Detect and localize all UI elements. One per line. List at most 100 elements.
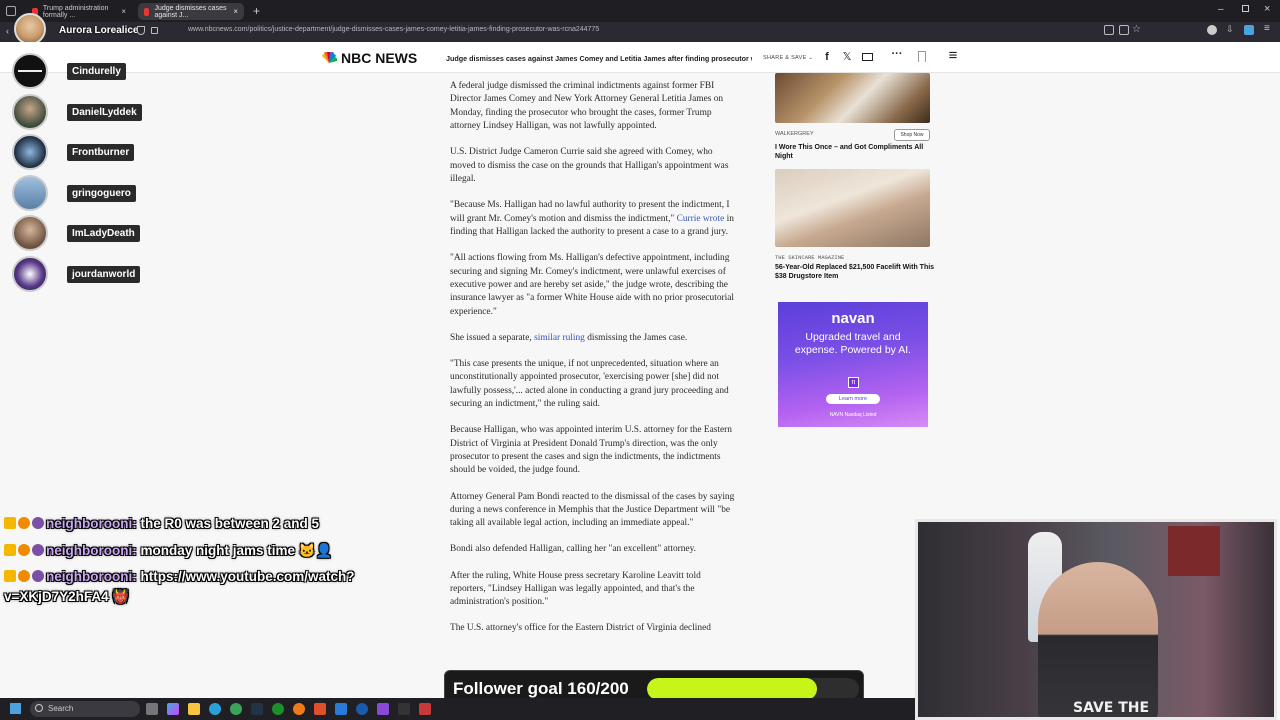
app-icon[interactable] (419, 703, 431, 715)
bookmark-icon[interactable] (918, 51, 926, 62)
shield-icon[interactable] (137, 26, 145, 35)
maximize-icon[interactable] (1242, 5, 1249, 12)
viewer-name: DanielLyddek (67, 104, 142, 121)
user-badge-icon (32, 517, 44, 529)
close-window-icon[interactable]: × (1264, 3, 1270, 15)
goal-progress-track (647, 678, 859, 700)
poster (1168, 526, 1220, 576)
url-field[interactable]: www.nbcnews.com/politics/justice-departm… (188, 26, 599, 33)
reader-view-icon[interactable] (1119, 25, 1129, 35)
chat-username: neighborooni: (46, 516, 137, 531)
nbc-favicon-icon (144, 7, 150, 16)
ad-image[interactable] (775, 169, 930, 247)
viewer-item: DanielLyddek (12, 94, 142, 130)
viewer-item: gringoguero (12, 175, 136, 211)
downloads-icon[interactable]: ⇩ (1226, 24, 1234, 35)
app-icon[interactable] (335, 703, 347, 715)
new-tab-icon[interactable]: + (253, 4, 260, 18)
sub-badge-icon (18, 570, 30, 582)
firefox-icon[interactable] (293, 703, 305, 715)
navan-ad-banner[interactable]: navan Upgraded travel and expense. Power… (778, 302, 928, 427)
ad-title[interactable]: 56-Year-Old Replaced $21,500 Facelift Wi… (775, 263, 935, 281)
sub-badge-icon (18, 544, 30, 556)
close-tab-icon[interactable]: × (121, 7, 126, 16)
share-save-label[interactable]: SHARE & SAVE ⌄ (763, 55, 813, 61)
task-view-icon[interactable] (146, 703, 158, 715)
lock-icon[interactable] (151, 27, 158, 34)
steam-icon[interactable] (251, 703, 263, 715)
viewer-avatar-line (18, 70, 42, 72)
pocket-icon[interactable] (1207, 25, 1217, 35)
chrome-icon[interactable] (230, 703, 242, 715)
sticky-headline: Judge dismisses cases against James Come… (446, 54, 752, 63)
chat-message: neighborooni: the R0 was between 2 and 5 (4, 516, 319, 531)
mail-icon[interactable] (862, 53, 873, 61)
paragraph: "Because Ms. Halligan had no lawful auth… (450, 200, 734, 238)
paragraph: "This case presents the unique, if not u… (450, 358, 729, 410)
ad-image[interactable] (775, 73, 930, 123)
hamburger-menu-icon[interactable]: ≡ (946, 48, 960, 63)
viewer-avatar (12, 215, 48, 251)
file-explorer-icon[interactable] (188, 703, 200, 715)
x-icon[interactable]: 𝕏 (840, 50, 854, 64)
crown-badge-icon (4, 570, 16, 582)
chat-text: the R0 was between 2 and 5 (136, 516, 320, 531)
addon-icon[interactable] (1244, 25, 1254, 35)
more-icon[interactable]: ··· (890, 47, 904, 61)
back-icon[interactable]: ‹ (6, 26, 9, 36)
windows-start-icon[interactable] (10, 703, 21, 714)
brave-icon[interactable] (314, 703, 326, 715)
webcam-feed: SAVE THE (915, 519, 1277, 720)
search-icon (35, 704, 43, 712)
paragraph: A federal judge dismissed the criminal i… (450, 81, 724, 132)
paragraph: Attorney General Pam Bondi reacted to th… (450, 491, 735, 529)
app-icon[interactable] (356, 703, 368, 715)
tab-label: Judge dismisses cases against J... (154, 4, 227, 19)
viewer-avatar (12, 175, 48, 211)
close-tab-icon[interactable]: × (233, 7, 238, 16)
taskbar-search[interactable]: Search (30, 701, 140, 717)
shirt-text: SAVE THE (1073, 700, 1150, 716)
viewer-name: jourdanworld (67, 266, 141, 283)
viewer-avatar (12, 256, 48, 292)
paragraph: The U.S. attorney's office for the Easte… (450, 623, 711, 634)
browser-tab-active[interactable]: Judge dismisses cases against J... × (138, 3, 244, 20)
similar-ruling-link[interactable]: similar ruling (534, 333, 585, 343)
currie-wrote-link[interactable]: Currie wrote (677, 214, 725, 224)
learn-more-button[interactable]: Learn more (826, 394, 880, 404)
shop-now-button[interactable]: Shop Now (894, 129, 930, 141)
viewer-item: jourdanworld (12, 256, 141, 292)
chat-message: neighborooni: https://www.youtube.com/wa… (4, 569, 355, 584)
chat-message-continued: v=XKjD7Y2hFA4 👹 (4, 589, 129, 605)
ad-title[interactable]: I Wore This Once – and Got Compliments A… (775, 143, 930, 161)
extension-icon[interactable] (1104, 25, 1114, 35)
copilot-icon[interactable] (167, 703, 179, 715)
facebook-icon[interactable]: f (820, 50, 834, 64)
paragraph: Because Halligan, who was appointed inte… (450, 425, 732, 476)
app-icon[interactable] (377, 703, 389, 715)
crown-badge-icon (4, 517, 16, 529)
chat-text: https://www.youtube.com/watch? (136, 569, 355, 584)
minimize-icon[interactable]: – (1218, 4, 1224, 15)
user-badge-icon (32, 570, 44, 582)
menu-icon[interactable]: ≡ (1264, 23, 1270, 34)
sidebar-toggle-icon[interactable] (6, 6, 16, 16)
star-icon[interactable]: ☆ (1132, 24, 1141, 35)
xbox-icon[interactable] (272, 703, 284, 715)
app-icon[interactable] (398, 703, 410, 715)
goal-label: Follower goal 160/200 (453, 679, 629, 698)
paragraph: "All actions flowing from Ms. Halligan's… (450, 253, 735, 317)
viewer-item: Frontburner (12, 134, 135, 170)
navan-n-icon: n (848, 377, 859, 388)
navan-logo: navan (831, 310, 875, 327)
edge-icon[interactable] (209, 703, 221, 715)
nbc-logo[interactable]: NBC NEWS (320, 50, 417, 66)
viewer-name: Cindurelly (67, 63, 126, 80)
profile-name: Aurora Lorealice (59, 25, 139, 36)
brand-name: NBC NEWS (341, 50, 418, 66)
paragraph: U.S. District Judge Cameron Currie said … (450, 147, 729, 185)
viewer-name: gringoguero (67, 185, 136, 202)
chat-text: monday night jams time 🐱‍👤 (136, 543, 333, 558)
paragraph: She issued a separate, similar ruling di… (450, 332, 688, 343)
viewer-item: ImLadyDeath (12, 215, 140, 251)
